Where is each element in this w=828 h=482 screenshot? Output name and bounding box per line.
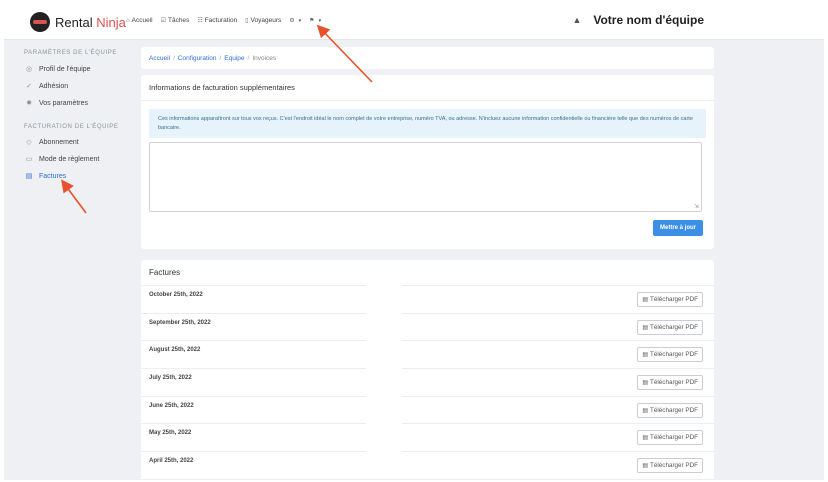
breadcrumb-home[interactable]: Accueil <box>149 55 170 62</box>
breadcrumb: Accueil / Configuration / Equipe / Invoi… <box>141 47 714 69</box>
top-navbar: Rental Ninja ⌂ Accueil ☑ Tâches ☷ Factur… <box>4 4 824 40</box>
gear-icon: ⚙ <box>289 18 295 24</box>
download-pdf-button[interactable]: ▤ Télécharger PDF <box>637 402 703 418</box>
download-pdf-button[interactable]: ▤ Télécharger PDF <box>637 375 703 391</box>
main-nav: ⌂ Accueil ☑ Tâches ☷ Facturation ▯ Voyag… <box>126 17 329 24</box>
bell-icon[interactable]: ▲ <box>572 15 581 25</box>
billing-info-alert: Ces informations apparaîtront sur tous v… <box>149 109 706 139</box>
invoice-row: June 25th, 2022 ▤ Télécharger PDF <box>141 397 714 425</box>
invoices-card: Factures October 25th, 2022 ▤ Télécharger… <box>141 260 714 480</box>
travelers-icon: ▯ <box>245 18 249 24</box>
flag-dropdown[interactable]: ⚑ ▾ <box>309 17 322 25</box>
profile-icon: ◎ <box>25 66 33 73</box>
invoice-date: April 25th, 2022 <box>149 458 194 465</box>
invoice-row: August 25th, 2022 ▤ Télécharger PDF <box>141 341 714 370</box>
sidebar-item-invoices[interactable]: ▤ Factures <box>24 172 67 181</box>
invoice-date: October 25th, 2022 <box>149 292 203 298</box>
ninja-logo-icon <box>30 12 50 32</box>
redacted-area <box>366 284 402 460</box>
checkbox-icon: ☑ <box>160 18 166 24</box>
flag-icon: ⚑ <box>309 18 315 24</box>
check-circle-icon: ✓ <box>26 83 32 90</box>
team-name: Votre nom d'équipe <box>593 13 704 27</box>
pdf-icon: ▤ <box>642 297 649 303</box>
sidebar-item-your-settings[interactable]: ✹ Vos paramètres <box>24 99 88 108</box>
pdf-icon: ▤ <box>642 463 649 470</box>
invoices-title: Factures <box>141 260 714 286</box>
diamond-icon: ◇ <box>26 139 32 146</box>
settings-dropdown[interactable]: ⚙ ▾ <box>289 17 302 25</box>
sidebar-item-team-profile[interactable]: ◎ Profil de l'équipe <box>24 65 91 74</box>
invoice-date: September 25th, 2022 <box>149 319 211 326</box>
download-pdf-button[interactable]: ▤ Télécharger PDF <box>637 347 703 363</box>
invoice-date: August 25th, 2022 <box>149 347 201 354</box>
invoice-row: July 25th, 2022 ▤ Télécharger PDF <box>141 369 714 397</box>
billing-info-textarea[interactable]: ⇲ <box>149 142 702 212</box>
breadcrumb-separator: / <box>172 54 175 62</box>
brand-name: Rental Ninja <box>55 14 126 30</box>
breadcrumb-configuration[interactable]: Configuration <box>178 55 217 62</box>
brand-logo[interactable]: Rental Ninja <box>30 12 126 32</box>
nav-facturation[interactable]: ☷ Facturation <box>197 17 237 24</box>
invoice-date: July 25th, 2022 <box>149 375 192 382</box>
download-pdf-button[interactable]: ▤ Télécharger PDF <box>637 458 703 474</box>
pdf-icon: ▤ <box>642 407 649 414</box>
chevron-down-icon: ▾ <box>298 17 302 24</box>
sidebar-section-team-billing: FACTURATION DE L'ÉQUIPE <box>24 124 119 130</box>
sidebar: PARAMÈTRES DE L'ÉQUIPE ◎ Profil de l'équ… <box>4 40 132 480</box>
settings-icon: ✹ <box>26 100 32 107</box>
credit-card-icon: ▭ <box>25 156 33 163</box>
pdf-icon: ▤ <box>642 435 649 442</box>
invoice-date: June 25th, 2022 <box>149 402 194 409</box>
breadcrumb-separator: / <box>247 54 250 62</box>
nav-accueil[interactable]: ⌂ Accueil <box>126 17 153 24</box>
breadcrumb-separator: / <box>219 54 222 62</box>
resize-handle-icon[interactable]: ⇲ <box>694 203 699 210</box>
sidebar-item-membership[interactable]: ✓ Adhésion <box>24 82 68 91</box>
chevron-down-icon: ▾ <box>318 17 322 24</box>
nav-voyageurs[interactable]: ▯ Voyageurs <box>245 17 281 24</box>
breadcrumb-current: Invoices <box>252 54 277 62</box>
invoice-row: May 25th, 2022 ▤ Télécharger PDF <box>141 424 714 453</box>
invoice-icon: ☷ <box>197 18 203 24</box>
app-window: Rental Ninja ⌂ Accueil ☑ Tâches ☷ Factur… <box>4 4 824 480</box>
team-header: ▲ Votre nom d'équipe <box>572 13 704 27</box>
download-pdf-button[interactable]: ▤ Télécharger PDF <box>637 292 703 307</box>
cart-icon: ▤ <box>25 173 33 180</box>
home-icon: ⌂ <box>126 17 130 24</box>
billing-info-title: Informations de facturation supplémentai… <box>141 75 714 101</box>
pdf-icon: ▤ <box>642 324 649 331</box>
invoice-row: October 25th, 2022 ▤ Télécharger PDF <box>141 286 714 314</box>
update-button[interactable]: Mettre à jour <box>652 220 703 236</box>
invoice-date: May 25th, 2022 <box>149 430 192 437</box>
sidebar-item-subscription[interactable]: ◇ Abonnement <box>24 138 78 147</box>
sidebar-section-team-settings: PARAMÈTRES DE L'ÉQUIPE <box>24 50 117 56</box>
invoice-row: April 25th, 2022 ▤ Télécharger PDF <box>141 452 714 480</box>
invoice-row: September 25th, 2022 ▤ Télécharger PDF <box>141 314 714 342</box>
billing-info-card: Informations de facturation supplémentai… <box>141 75 714 249</box>
download-pdf-button[interactable]: ▤ Télécharger PDF <box>637 319 703 335</box>
download-pdf-button[interactable]: ▤ Télécharger PDF <box>637 430 703 446</box>
pdf-icon: ▤ <box>642 380 649 387</box>
nav-taches[interactable]: ☑ Tâches <box>161 17 190 24</box>
sidebar-item-payment-method[interactable]: ▭ Mode de règlement <box>24 155 100 164</box>
breadcrumb-team[interactable]: Equipe <box>224 55 244 62</box>
pdf-icon: ▤ <box>642 352 649 359</box>
